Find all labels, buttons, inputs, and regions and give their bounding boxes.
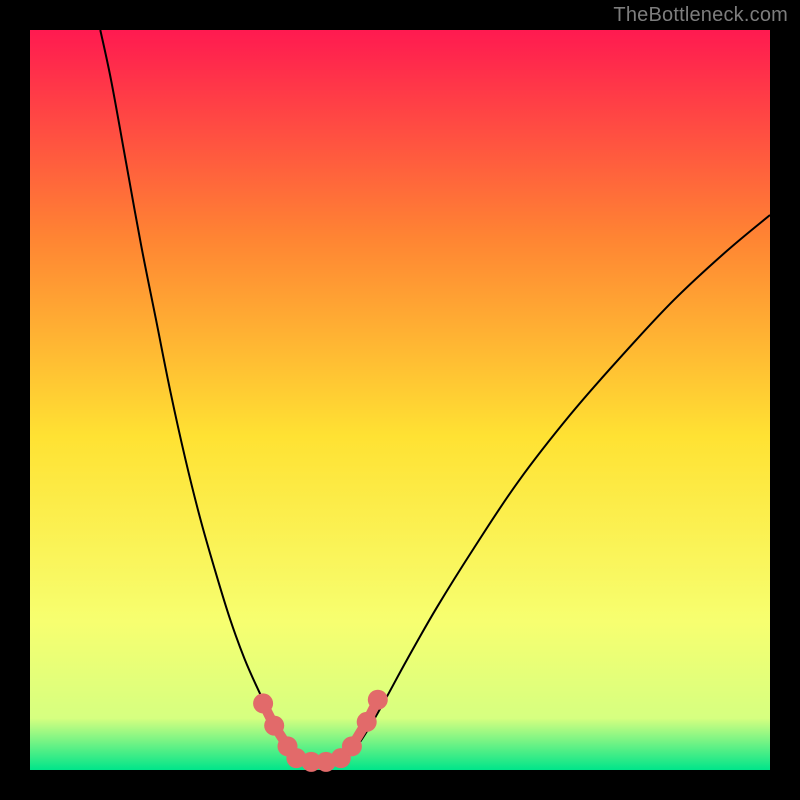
watermark-text: TheBottleneck.com — [613, 4, 788, 27]
valley-dot — [342, 736, 362, 756]
bottleneck-curve-plot — [0, 0, 800, 800]
chart-stage: TheBottleneck.com — [0, 0, 800, 800]
valley-dot — [264, 716, 284, 736]
valley-dot — [368, 690, 388, 710]
gradient-background — [30, 30, 770, 770]
valley-dot — [357, 712, 377, 732]
valley-dot — [253, 693, 273, 713]
